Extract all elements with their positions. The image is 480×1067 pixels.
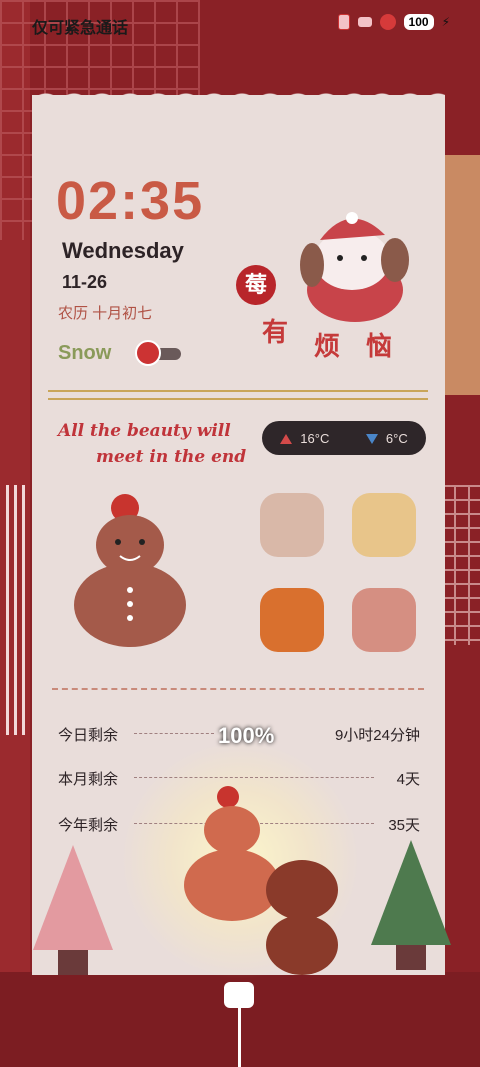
snow-toggle-label: Snow — [58, 342, 112, 364]
slogan-text: All the beauty will meet in the end — [58, 418, 246, 470]
remaining-today-label: 今日剩余 — [58, 727, 119, 744]
temp-up-icon — [280, 434, 293, 445]
dog-santa-illustration — [300, 212, 409, 322]
carrier-status: 仅可紧急通话 — [32, 20, 129, 37]
heart-icon — [379, 14, 396, 30]
mood-char: 恼 — [366, 331, 393, 361]
mood-char: 烦 — [314, 331, 341, 361]
dashed-divider — [52, 688, 424, 690]
cookie-jar-icon — [266, 860, 338, 975]
remaining-year-value: 35天 — [388, 817, 420, 834]
mood-text: 有烦恼 — [262, 312, 418, 361]
mood-char: 有 — [262, 317, 289, 347]
remaining-year-label: 今年剩余 — [58, 817, 119, 834]
background-stripes — [6, 485, 26, 735]
slogan-line-2: meet in the end — [96, 447, 247, 467]
status-icons: 100 ⚡ — [337, 14, 450, 30]
temp-down-icon — [365, 434, 378, 445]
christmas-tree-left-icon — [33, 845, 113, 975]
bears-app-icon[interactable] — [260, 493, 324, 557]
slogan-line-1: All the beauty will — [58, 421, 231, 441]
berry-badge: 莓 — [236, 265, 276, 305]
weather-high-value: 16°C — [300, 430, 330, 446]
remaining-line — [134, 733, 214, 734]
charging-cable — [238, 1000, 241, 1067]
status-bar: 仅可紧急通话 100 ⚡ — [0, 0, 480, 48]
background-right-strip — [444, 155, 480, 395]
double-divider — [48, 390, 428, 400]
clock-date: 11-26 — [62, 272, 108, 292]
apple-knob-icon — [135, 340, 161, 366]
weather-low-value: 6°C — [385, 430, 408, 446]
remaining-month-value: 4天 — [396, 771, 420, 788]
penguin-app-icon[interactable] — [352, 588, 416, 652]
sim-icon — [337, 14, 350, 30]
remaining-today-value: 9小时24分钟 — [334, 727, 420, 744]
nfc-icon — [357, 17, 372, 27]
snow-toggle[interactable] — [135, 340, 181, 366]
weather-high: 16°C — [280, 431, 329, 446]
charging-icon: ⚡ — [441, 15, 450, 29]
remaining-month-label: 本月剩余 — [58, 771, 119, 788]
background-right-grid — [440, 485, 480, 645]
battery-level: 100 — [403, 14, 434, 30]
weather-pill[interactable]: 16°C 6°C — [262, 421, 426, 455]
christmas-tree-right-icon — [371, 840, 451, 970]
bread-app-icon[interactable] — [352, 493, 416, 557]
charging-percent: 100% — [218, 723, 275, 748]
clock-time[interactable]: 02:35 — [56, 170, 204, 232]
clock-weekday: Wednesday — [62, 238, 184, 263]
lunchbox-app-icon[interactable] — [260, 588, 324, 652]
weather-low: 6°C — [365, 430, 408, 446]
gingerbread-illustration — [74, 494, 186, 647]
remaining-line — [134, 777, 374, 778]
lunar-date: 农历 十月初七 — [58, 305, 153, 322]
